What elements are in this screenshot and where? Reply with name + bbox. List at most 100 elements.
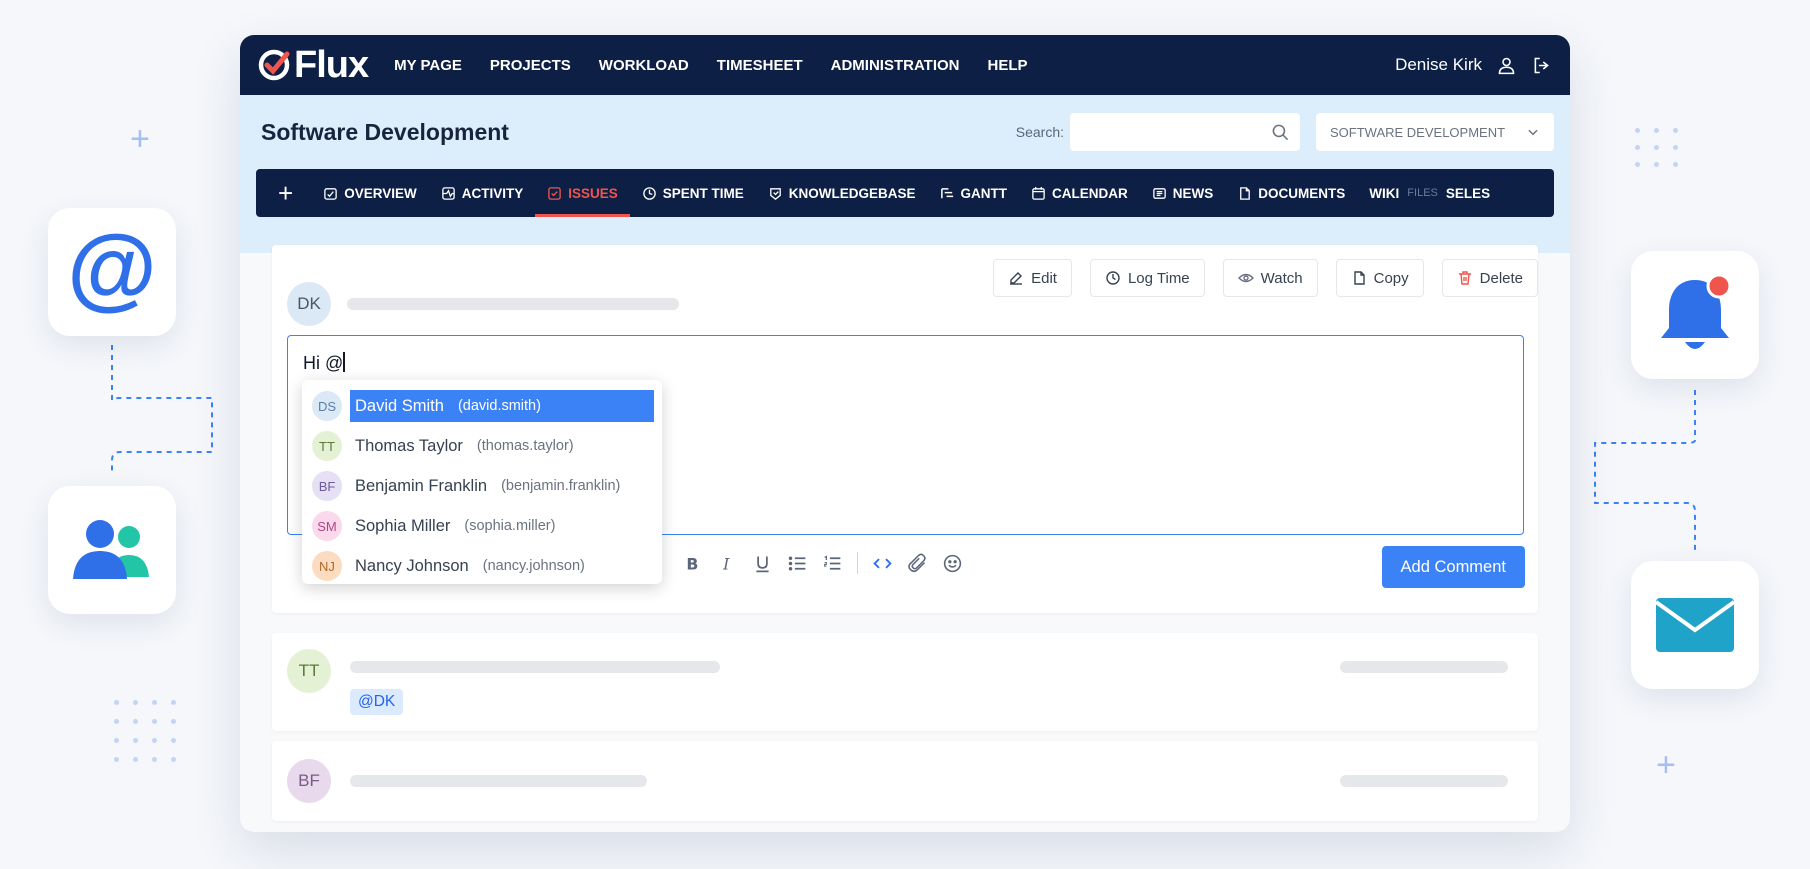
notification-feature-card (1631, 251, 1759, 379)
project-header: Software Development Search: SOFTWARE DE… (240, 95, 1570, 253)
log-time-button[interactable]: Log Time (1089, 259, 1205, 297)
eye-icon (1237, 273, 1254, 283)
plus-decoration: + (130, 120, 150, 158)
bullet-list-icon[interactable] (787, 553, 808, 574)
numbered-list-icon[interactable] (822, 553, 843, 574)
mention-option[interactable]: NJ Nancy Johnson (nancy.johnson) (307, 546, 657, 586)
toolbar-divider (857, 552, 858, 574)
brand-name: Flux (294, 43, 369, 86)
edit-button[interactable]: Edit (993, 259, 1072, 297)
logo-check-icon (258, 49, 290, 81)
date-placeholder-bar (1340, 775, 1508, 787)
search-icon[interactable] (1271, 123, 1290, 142)
copy-button[interactable]: Copy (1335, 259, 1424, 297)
avatar: TT (312, 431, 342, 461)
edit-icon (1010, 272, 1023, 285)
avatar: TT (287, 649, 331, 693)
activity-icon (441, 186, 455, 200)
add-comment-button[interactable]: Add Comment (1381, 546, 1525, 588)
bell-icon (1661, 273, 1732, 349)
search-label: Search: (1015, 124, 1064, 140)
mention-dropdown: DS David Smith (david.smith) TT Thomas Ta… (302, 380, 662, 584)
chevron-down-icon (1528, 129, 1538, 136)
comment-text: Hi @ (303, 353, 344, 373)
issue-actions: Edit Log Time Watch Copy Delete (993, 259, 1538, 297)
svg-text:I: I (722, 554, 730, 573)
dot-grid-decoration (1635, 128, 1678, 167)
user-icon[interactable] (1496, 55, 1517, 76)
italic-icon[interactable]: I (717, 553, 738, 574)
author-placeholder-bar (350, 775, 647, 787)
comment-composer: Edit Log Time Watch Copy Delete DK Hi @ … (272, 245, 1538, 613)
user-name[interactable]: Denise Kirk (1395, 55, 1482, 75)
svg-text:B: B (686, 554, 698, 573)
email-feature-card (1631, 561, 1759, 689)
author-placeholder-bar (347, 298, 679, 310)
tab-overview[interactable]: OVERVIEW (311, 169, 429, 217)
document-icon (1240, 186, 1251, 200)
menu-timesheet[interactable]: TIMESHEET (717, 57, 803, 74)
project-navigation: + OVERVIEW ACTIVITY ISSUES SPENT TIME KN… (256, 169, 1554, 217)
mention-option[interactable]: TT Thomas Taylor (thomas.taylor) (307, 426, 657, 466)
tab-files[interactable]: FILES (1403, 169, 1442, 217)
tab-activity[interactable]: ACTIVITY (429, 169, 536, 217)
flux-logo[interactable]: Flux (256, 43, 369, 87)
menu-workload[interactable]: WORKLOAD (599, 57, 689, 74)
date-placeholder-bar (1340, 661, 1508, 673)
menu-projects[interactable]: PROJECTS (490, 57, 571, 74)
menu-help[interactable]: HELP (988, 57, 1028, 74)
avatar: DS (312, 391, 342, 421)
at-sign-icon: @ (67, 217, 157, 319)
emoji-icon[interactable] (942, 553, 963, 574)
knowledgebase-icon (769, 187, 781, 200)
bold-icon[interactable]: B (682, 553, 703, 574)
clock-icon (642, 186, 656, 200)
project-selector-value: SOFTWARE DEVELOPMENT (1330, 124, 1506, 140)
watch-button[interactable]: Watch (1222, 259, 1318, 297)
editor-toolbar: B I (682, 552, 963, 574)
attachment-icon[interactable] (907, 553, 928, 574)
top-navigation: Flux MY PAGE PROJECTS WORKLOAD TIMESHEET… (240, 35, 1570, 95)
avatar: DK (287, 282, 331, 326)
underline-icon[interactable] (752, 553, 773, 574)
calendar-icon (1032, 186, 1045, 200)
avatar: NJ (312, 551, 342, 581)
menu-administration[interactable]: ADMINISTRATION (831, 57, 960, 74)
plus-decoration: + (1656, 746, 1676, 784)
avatar: BF (312, 471, 342, 501)
mail-icon (1654, 598, 1736, 652)
mention-option[interactable]: BF Benjamin Franklin (benjamin.franklin) (307, 466, 657, 506)
tab-documents[interactable]: DOCUMENTS (1225, 169, 1357, 217)
mention-option[interactable]: DS David Smith (david.smith) (307, 386, 657, 426)
mention-tag[interactable]: @DK (350, 689, 404, 715)
tab-spent-time[interactable]: SPENT TIME (630, 169, 756, 217)
delete-button[interactable]: Delete (1441, 259, 1538, 297)
tab-calendar[interactable]: CALENDAR (1019, 169, 1140, 217)
app-window: Flux MY PAGE PROJECTS WORKLOAD TIMESHEET… (240, 35, 1570, 832)
add-icon[interactable]: + (278, 178, 293, 209)
dot-grid-decoration (114, 700, 176, 762)
issues-icon (548, 186, 562, 200)
users-icon (73, 520, 149, 579)
copy-icon (1353, 271, 1365, 285)
connector-line (111, 345, 213, 475)
project-selector[interactable]: SOFTWARE DEVELOPMENT (1316, 113, 1554, 151)
tab-knowledgebase[interactable]: KNOWLEDGEBASE (756, 169, 928, 217)
avatar: SM (312, 511, 342, 541)
search-input[interactable] (1070, 113, 1300, 151)
tab-news[interactable]: NEWS (1140, 169, 1226, 217)
tab-gantt[interactable]: GANTT (928, 169, 1020, 217)
team-feature-card (48, 486, 176, 614)
news-icon (1153, 187, 1166, 199)
menu-my-page[interactable]: MY PAGE (394, 57, 462, 74)
tab-issues[interactable]: ISSUES (535, 169, 630, 217)
comment-thread: BF (272, 741, 1538, 821)
connector-line (1594, 390, 1696, 550)
user-area: Denise Kirk (1395, 55, 1552, 76)
tab-seles[interactable]: SELES (1442, 169, 1502, 217)
tab-wiki[interactable]: WIKI (1357, 169, 1403, 217)
code-icon[interactable] (872, 553, 893, 574)
mention-option[interactable]: SM Sophia Miller (sophia.miller) (307, 506, 657, 546)
logout-icon[interactable] (1531, 55, 1552, 76)
main-menu: MY PAGE PROJECTS WORKLOAD TIMESHEET ADMI… (394, 57, 1027, 74)
